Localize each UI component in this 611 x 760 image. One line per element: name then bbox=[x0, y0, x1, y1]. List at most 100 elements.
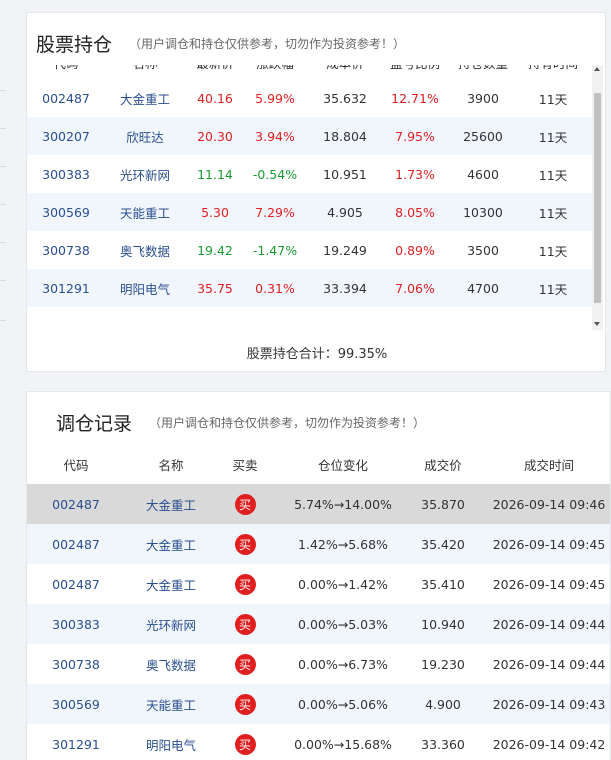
cell-code[interactable]: 002487 bbox=[47, 524, 105, 564]
col-pnl: 盈亏比例 bbox=[383, 65, 447, 79]
cell-name[interactable]: 大金重工 bbox=[139, 484, 203, 524]
holding-row[interactable]: 300569 天能重工 5.30 7.29% 4.905 8.05% 10300 11天 bbox=[27, 193, 597, 231]
cell-code[interactable]: 301291 bbox=[47, 724, 105, 760]
cell-days: 11天 bbox=[538, 243, 568, 259]
cell-pnl: 0.89% bbox=[395, 242, 435, 258]
scroll-down-icon[interactable] bbox=[594, 322, 600, 326]
trade-row[interactable]: 002487 大金重工 买 5.74%→14.00% 35.870 2026-09-14 … bbox=[27, 484, 610, 524]
trade-row[interactable]: 301291 明阳电气 买 0.00%→15.68% 33.360 2026-09-14 … bbox=[27, 724, 610, 760]
cell-name[interactable]: 大金重工 bbox=[115, 79, 175, 117]
holdings-scrollbar[interactable] bbox=[592, 65, 603, 330]
trade-row[interactable]: 002487 大金重工 买 0.00%→1.42% 35.410 2026-09-14 0… bbox=[27, 564, 610, 604]
trade-row[interactable]: 002487 大金重工 买 1.42%→5.68% 35.420 2026-09-14 0… bbox=[27, 524, 610, 564]
trades-disclaimer: （用户调仓和持仓仅供参考，切勿作为投资参考！） bbox=[149, 416, 426, 430]
holdings-disclaimer: （用户调仓和持仓仅供参考，切勿作为投资参考！） bbox=[129, 37, 406, 51]
holding-row[interactable]: 300738 奥飞数据 19.42 -1.47% 19.249 0.89% 3500 11天 bbox=[27, 231, 597, 269]
cell-code[interactable]: 002487 bbox=[47, 564, 105, 604]
cell-side: 买 bbox=[223, 684, 267, 724]
col-days: 持有时间 bbox=[521, 65, 585, 79]
cell-code[interactable]: 002487 bbox=[37, 79, 95, 117]
cell-name[interactable]: 光环新网 bbox=[115, 155, 175, 193]
cell-pnl: 1.73% bbox=[395, 166, 435, 182]
holding-row[interactable]: 300207 欣旺达 20.30 3.94% 18.804 7.95% 25600 11天 bbox=[27, 117, 597, 155]
trades-title: 调仓记录 bbox=[56, 413, 133, 435]
cell-price: 5.30 bbox=[201, 204, 229, 220]
cell-cost: 18.804 bbox=[323, 128, 367, 144]
holdings-total-value: 99.35% bbox=[337, 347, 388, 362]
holding-row[interactable]: 300383 光环新网 11.14 -0.54% 10.951 1.73% 4600 11天 bbox=[27, 155, 597, 193]
holdings-title: 股票持仓 bbox=[36, 34, 113, 56]
cell-qty: 3900 bbox=[467, 90, 499, 106]
cell-name[interactable]: 大金重工 bbox=[139, 564, 203, 604]
cell-trade-time: 2026-09-14 09:44 bbox=[492, 616, 606, 632]
buy-badge: 买 bbox=[234, 533, 256, 555]
col-trade-time: 成交时间 bbox=[523, 457, 574, 473]
cell-days: 11天 bbox=[538, 167, 568, 183]
scroll-thumb[interactable] bbox=[594, 93, 601, 303]
trade-row[interactable]: 300569 天能重工 买 0.00%→5.06% 4.900 2026-09-14 09… bbox=[27, 684, 610, 724]
cell-code[interactable]: 300383 bbox=[47, 604, 105, 644]
cell-pnl: 8.05% bbox=[395, 204, 435, 220]
scroll-up-icon[interactable] bbox=[594, 67, 600, 71]
col-price: 最新价 bbox=[187, 65, 243, 79]
cell-price: 19.42 bbox=[197, 242, 233, 258]
cell-position-change: 0.00%→5.03% bbox=[298, 616, 388, 632]
holdings-total-label: 股票持仓合计： bbox=[246, 347, 338, 362]
cell-days: 11天 bbox=[538, 281, 568, 297]
cell-name[interactable]: 大金重工 bbox=[139, 524, 203, 564]
cell-side: 买 bbox=[223, 604, 267, 644]
cell-name[interactable]: 光环新网 bbox=[139, 604, 203, 644]
cell-pnl: 7.95% bbox=[395, 128, 435, 144]
col-code: 代码 bbox=[63, 457, 89, 473]
cell-name[interactable]: 天能重工 bbox=[139, 684, 203, 724]
col-qty: 持仓数量 bbox=[451, 65, 515, 79]
cell-position-change: 0.00%→15.68% bbox=[294, 736, 392, 752]
cell-change: -1.47% bbox=[252, 242, 298, 258]
holdings-header: 股票持仓 （用户调仓和持仓仅供参考，切勿作为投资参考！） bbox=[27, 13, 605, 65]
cell-name[interactable]: 欣旺达 bbox=[115, 117, 175, 155]
cell-trade-time: 2026-09-14 09:43 bbox=[492, 696, 606, 712]
cell-code[interactable]: 300738 bbox=[37, 231, 95, 269]
cell-name[interactable]: 明阳电气 bbox=[139, 724, 203, 760]
cell-code[interactable]: 300207 bbox=[37, 117, 95, 155]
cell-code[interactable]: 300383 bbox=[37, 155, 95, 193]
cell-cost: 4.905 bbox=[327, 204, 363, 220]
cell-side: 买 bbox=[223, 484, 267, 524]
cell-price: 20.30 bbox=[197, 128, 233, 144]
holding-row[interactable]: 301291 明阳电气 35.75 0.31% 33.394 7.06% 4700 11天 bbox=[27, 269, 597, 307]
col-name: 名称 bbox=[158, 457, 184, 473]
cell-code[interactable]: 300569 bbox=[37, 193, 95, 231]
cell-name[interactable]: 明阳电气 bbox=[115, 269, 175, 307]
col-position-change: 仓位变化 bbox=[317, 457, 368, 473]
col-side: 买卖 bbox=[232, 457, 258, 473]
holdings-table: 代码 名称 最新价 涨跌幅 成本价 盈亏比例 持仓数量 持有时间 002487 大… bbox=[27, 65, 605, 330]
holding-row[interactable]: 002487 大金重工 40.16 5.99% 35.632 12.71% 3900 11天 bbox=[27, 79, 597, 117]
cell-trade-time: 2026-09-14 09:42 bbox=[492, 736, 606, 752]
trade-row[interactable]: 300738 奥飞数据 买 0.00%→6.73% 19.230 2026-09-14 0… bbox=[27, 644, 610, 684]
cell-name[interactable]: 奥飞数据 bbox=[115, 231, 175, 269]
cell-trade-price: 33.360 bbox=[421, 736, 465, 752]
cell-code[interactable]: 301291 bbox=[37, 269, 95, 307]
cell-code[interactable]: 002487 bbox=[47, 484, 105, 524]
holdings-total: 股票持仓合计：99.35% bbox=[27, 343, 605, 362]
cell-name[interactable]: 天能重工 bbox=[115, 193, 175, 231]
holdings-table-header: 代码 名称 最新价 涨跌幅 成本价 盈亏比例 持仓数量 持有时间 bbox=[27, 65, 605, 79]
cell-side: 买 bbox=[223, 644, 267, 684]
cell-trade-price: 4.900 bbox=[425, 696, 461, 712]
cell-days: 11天 bbox=[538, 91, 568, 107]
cell-trade-time: 2026-09-14 09:45 bbox=[492, 536, 606, 552]
cell-side: 买 bbox=[223, 724, 267, 760]
buy-badge: 买 bbox=[234, 653, 256, 675]
cell-code[interactable]: 300738 bbox=[47, 644, 105, 684]
trade-row[interactable]: 300383 光环新网 买 0.00%→5.03% 10.940 2026-09-14 0… bbox=[27, 604, 610, 644]
cell-code[interactable]: 300569 bbox=[47, 684, 105, 724]
cell-days: 11天 bbox=[538, 205, 568, 221]
col-code: 代码 bbox=[37, 65, 95, 79]
buy-badge: 买 bbox=[234, 493, 256, 515]
cell-change: 5.99% bbox=[255, 90, 295, 106]
trades-table-header: 代码 名称 买卖 仓位变化 成交价 成交时间 bbox=[27, 444, 610, 484]
cell-change: 3.94% bbox=[255, 128, 295, 144]
buy-badge: 买 bbox=[234, 733, 256, 755]
buy-badge: 买 bbox=[234, 573, 256, 595]
cell-name[interactable]: 奥飞数据 bbox=[139, 644, 203, 684]
